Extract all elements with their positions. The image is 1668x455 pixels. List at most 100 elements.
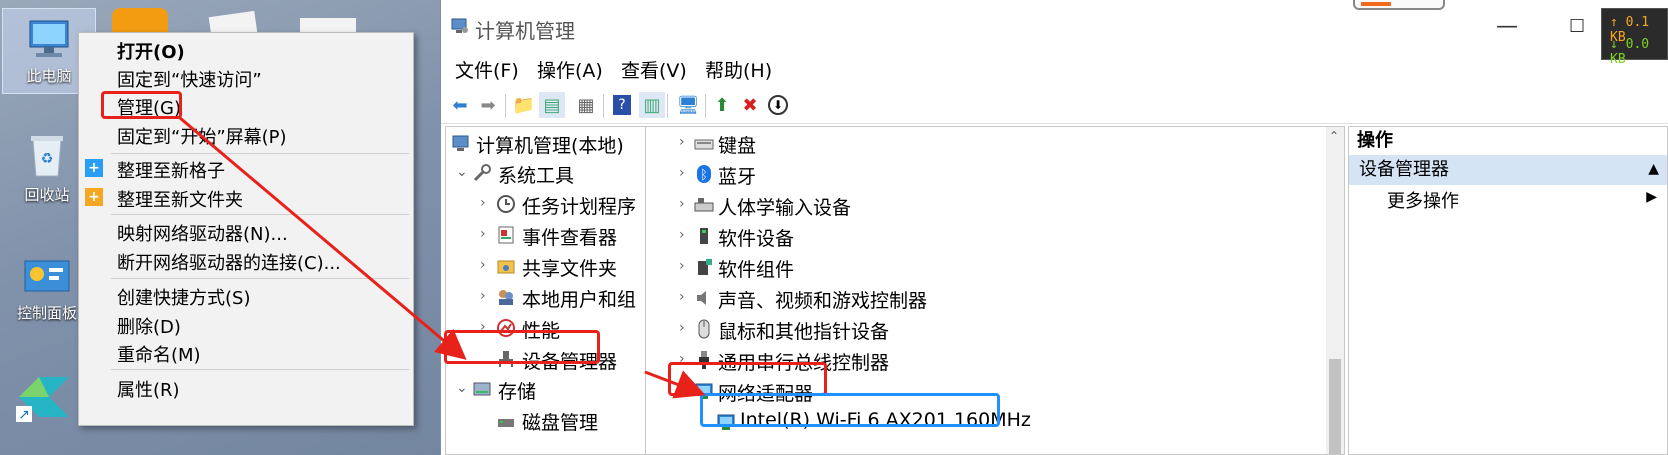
storage-icon — [472, 379, 492, 399]
up-folder-icon[interactable]: 📁 — [511, 92, 537, 118]
recycle-bin-icon: ♻ — [27, 130, 67, 180]
chevron-right-icon[interactable]: › — [480, 288, 486, 304]
help-icon[interactable]: ? — [609, 92, 635, 118]
device-bluetooth[interactable]: 蓝牙 — [718, 162, 756, 189]
device-list-scrollbar[interactable]: ⌃ — [1326, 127, 1344, 454]
title-bar[interactable]: 计算机管理 — ☐ — [441, 0, 1668, 58]
tree-event-viewer[interactable]: 事件查看器 — [522, 223, 617, 250]
maximize-button[interactable]: ☐ — [1569, 16, 1585, 37]
chevron-right-icon[interactable]: › — [679, 134, 685, 150]
shortcut-icon[interactable]: ↗ — [14, 372, 74, 423]
download-icon[interactable]: ⬇ — [765, 92, 791, 118]
menu-item-map-network-drive[interactable]: 映射网络驱动器(N)... — [117, 220, 288, 246]
tree-local-users-groups[interactable]: 本地用户和组 — [522, 285, 636, 312]
network-speed-widget: ↑ 0.1 KB ↓ 0.0 KB — [1601, 8, 1668, 67]
properties-icon[interactable]: ▦ — [573, 92, 599, 118]
chevron-right-icon[interactable]: › — [679, 320, 685, 336]
tree-system-tools[interactable]: 系统工具 — [498, 161, 574, 188]
menu-separator — [111, 153, 409, 154]
menu-item-pin-quick-access[interactable]: 固定到“快速访问” — [117, 66, 262, 92]
menu-separator — [111, 369, 409, 370]
collapse-arrow-icon[interactable]: ▲ — [1648, 161, 1659, 177]
menu-file[interactable]: 文件(F) — [455, 56, 519, 83]
actions-section-device-manager[interactable]: 设备管理器 — [1349, 155, 1667, 185]
chevron-down-icon[interactable]: ⌄ — [456, 164, 468, 180]
monitor-icon[interactable]: 🖥 — [675, 92, 701, 118]
chevron-right-icon[interactable]: › — [679, 227, 685, 243]
chevron-right-icon[interactable]: › — [480, 226, 486, 242]
tools-icon — [472, 163, 492, 183]
event-log-icon — [496, 225, 516, 245]
device-mice[interactable]: 鼠标和其他指针设备 — [718, 317, 889, 344]
toolbar-separator — [667, 94, 668, 118]
menu-separator — [111, 214, 409, 215]
tree-storage[interactable]: 存储 — [498, 377, 536, 404]
disk-icon — [496, 411, 516, 431]
title-scroll-indicator — [1353, 0, 1445, 10]
clock-icon — [496, 194, 516, 214]
back-arrow-icon[interactable]: ⬅ — [447, 92, 473, 118]
chevron-down-icon[interactable]: ⌄ — [456, 380, 468, 396]
toolbar-separator — [603, 94, 604, 118]
users-icon — [496, 287, 516, 307]
software-component-icon — [694, 257, 714, 277]
computer-icon — [24, 17, 74, 61]
actions-pane: 操作 设备管理器 ▲ 更多操作 ▶ — [1348, 126, 1668, 455]
menu-bar: 文件(F) 操作(A) 查看(V) 帮助(H) — [441, 56, 1668, 88]
chevron-right-icon[interactable]: › — [679, 165, 685, 181]
menu-item-new-folder[interactable]: 整理至新文件夹 — [117, 186, 243, 212]
device-hid[interactable]: 人体学输入设备 — [718, 193, 851, 220]
actions-more-actions[interactable]: 更多操作 — [1387, 187, 1459, 213]
svg-text:♻: ♻ — [41, 151, 54, 167]
menu-action[interactable]: 操作(A) — [537, 56, 603, 83]
menu-item-rename[interactable]: 重命名(M) — [117, 341, 201, 367]
software-device-icon — [694, 226, 714, 246]
chevron-right-icon[interactable]: › — [679, 258, 685, 274]
speaker-icon — [694, 288, 714, 308]
menu-separator — [111, 278, 409, 279]
tree-root[interactable]: 计算机管理(本地) — [476, 131, 624, 158]
tree-disk-management[interactable]: 磁盘管理 — [522, 408, 598, 435]
bluetooth-icon: ᛒ — [694, 164, 714, 184]
highlight-intel-wifi — [700, 393, 1000, 427]
chevron-right-icon[interactable]: › — [679, 289, 685, 305]
show-tree-icon[interactable]: ▤ — [539, 92, 565, 118]
chevron-right-icon[interactable]: › — [679, 196, 685, 212]
device-software-devices[interactable]: 软件设备 — [718, 224, 794, 251]
update-driver-icon[interactable]: ⬆ — [709, 92, 735, 118]
download-speed: ↓ 0.0 KB — [1610, 37, 1650, 67]
menu-item-open[interactable]: 打开(O) — [117, 38, 185, 64]
menu-help[interactable]: 帮助(H) — [705, 56, 772, 83]
menu-item-delete[interactable]: 删除(D) — [117, 313, 181, 339]
hid-icon — [694, 195, 714, 215]
forward-arrow-icon[interactable]: ➡ — [475, 92, 501, 118]
menu-item-create-shortcut[interactable]: 创建快捷方式(S) — [117, 284, 250, 310]
device-sound-controllers[interactable]: 声音、视频和游戏控制器 — [718, 286, 927, 313]
plus-icon: + — [85, 188, 103, 206]
scroll-up-icon[interactable]: ⌃ — [1329, 129, 1339, 143]
device-software-components[interactable]: 软件组件 — [718, 255, 794, 282]
svg-text:ᛒ: ᛒ — [700, 168, 708, 183]
submenu-arrow-icon[interactable]: ▶ — [1646, 189, 1657, 205]
keyboard-icon — [694, 134, 714, 154]
delete-icon[interactable]: ✖ — [737, 92, 763, 118]
menu-item-disconnect-network-drive[interactable]: 断开网络驱动器的连接(C)... — [117, 249, 341, 275]
action-pane-icon[interactable]: ▥ — [639, 92, 665, 118]
tree-shared-folders[interactable]: 共享文件夹 — [522, 254, 617, 281]
plus-icon: + — [85, 159, 103, 177]
window-title: 计算机管理 — [475, 19, 575, 43]
device-keyboard[interactable]: 键盘 — [718, 131, 756, 158]
minimize-button[interactable]: — — [1496, 14, 1518, 39]
menu-item-new-grid[interactable]: 整理至新格子 — [117, 157, 225, 183]
menu-view[interactable]: 查看(V) — [621, 56, 687, 83]
chevron-right-icon[interactable]: › — [480, 257, 486, 273]
tree-task-scheduler[interactable]: 任务计划程序 — [522, 192, 636, 219]
menu-item-properties[interactable]: 属性(R) — [117, 376, 180, 402]
scrollbar-thumb[interactable] — [1329, 359, 1341, 454]
navigation-tree: 计算机管理(本地) ⌄ 系统工具 › 任务计划程序 › 事件查看器 › 共享文件… — [445, 126, 671, 455]
computer-management-window: 计算机管理 — ☐ 文件(F) 操作(A) 查看(V) 帮助(H) ⬅ ➡ 📁 … — [441, 0, 1668, 455]
menu-item-pin-start[interactable]: 固定到“开始”屏幕(P) — [117, 123, 287, 149]
chevron-right-icon[interactable]: › — [480, 195, 486, 211]
highlight-manage — [101, 91, 182, 119]
computer-management-icon — [451, 17, 469, 35]
